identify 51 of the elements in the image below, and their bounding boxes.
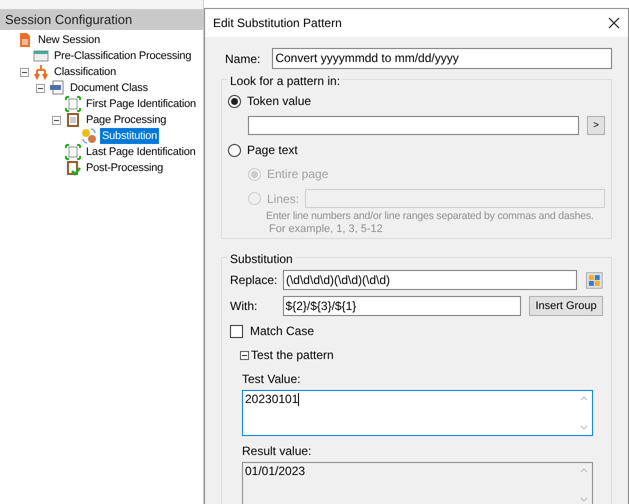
field-label: Replace: (230, 272, 278, 289)
field-label: Name: (224, 50, 260, 68)
radio-button[interactable] (228, 144, 241, 156)
checkbox[interactable] (230, 324, 243, 338)
tree-item[interactable]: Document Class (68, 80, 150, 96)
split-arrows-icon (33, 64, 49, 80)
test-value-text: 20230101 (245, 392, 298, 406)
collapse-toggle[interactable] (52, 116, 61, 124)
radio-label: Token value (247, 93, 312, 110)
checkbox-label: Match Case (250, 323, 314, 340)
radio-label: Entire page (267, 166, 328, 183)
grid-icon[interactable] (586, 272, 603, 288)
with-field[interactable]: ${2}/${3}/${1} (282, 296, 522, 316)
section-label: Test the pattern (251, 347, 334, 364)
name-field[interactable]: Convert yyyymmdd to mm/dd/yyyy (272, 48, 612, 69)
clipboard-icon (65, 112, 81, 128)
token-field[interactable] (248, 116, 579, 135)
lines-field[interactable] (305, 189, 605, 208)
document-icon (17, 32, 33, 48)
replace-field[interactable]: (\d\d\d\d)(\d\d)(\d\d) (282, 270, 578, 290)
tree-item[interactable]: First Page Identification (84, 96, 198, 112)
panel-header: Session Configuration (0, 10, 203, 30)
insert-group-button[interactable]: Insert Group (529, 296, 603, 316)
collapse-toggle[interactable] (36, 84, 45, 92)
tree-item[interactable]: Post-Processing (84, 160, 166, 176)
example-text: For example, 1, 3, 5-12 (268, 223, 384, 236)
coins-icon (81, 128, 97, 144)
radio-label: Lines: (267, 190, 300, 208)
close-icon[interactable] (608, 17, 620, 29)
tree-item[interactable]: Pre-Classification Processing (52, 48, 194, 64)
radio-label: Page text (247, 142, 298, 159)
field-label: With: (230, 298, 258, 315)
tree-item[interactable]: New Session (36, 32, 102, 48)
result-value-text: 01/01/2023 (244, 463, 306, 480)
tree-item[interactable]: Substitution (100, 128, 160, 144)
collapse-toggle[interactable] (20, 68, 29, 76)
field-label: Result value: (242, 443, 312, 460)
arrow-button[interactable]: > (587, 116, 605, 135)
documents-icon (49, 80, 65, 96)
window-icon (33, 48, 49, 64)
tree-item[interactable]: Classification (52, 64, 118, 80)
tree-item[interactable]: Last Page Identification (84, 144, 198, 160)
page-icon (65, 96, 81, 112)
field-label: Test Value: (242, 371, 302, 388)
hint-text: Enter line numbers and/or line ranges separated by commas and dashes. (266, 210, 595, 223)
dialog-title: Edit Substitution Pattern (213, 15, 342, 32)
tree-item[interactable]: Page Processing (84, 112, 168, 128)
checked-clipboard-icon (65, 160, 81, 176)
radio-button[interactable] (228, 94, 241, 108)
page-icon (65, 144, 81, 160)
collapse-toggle[interactable] (240, 350, 249, 360)
